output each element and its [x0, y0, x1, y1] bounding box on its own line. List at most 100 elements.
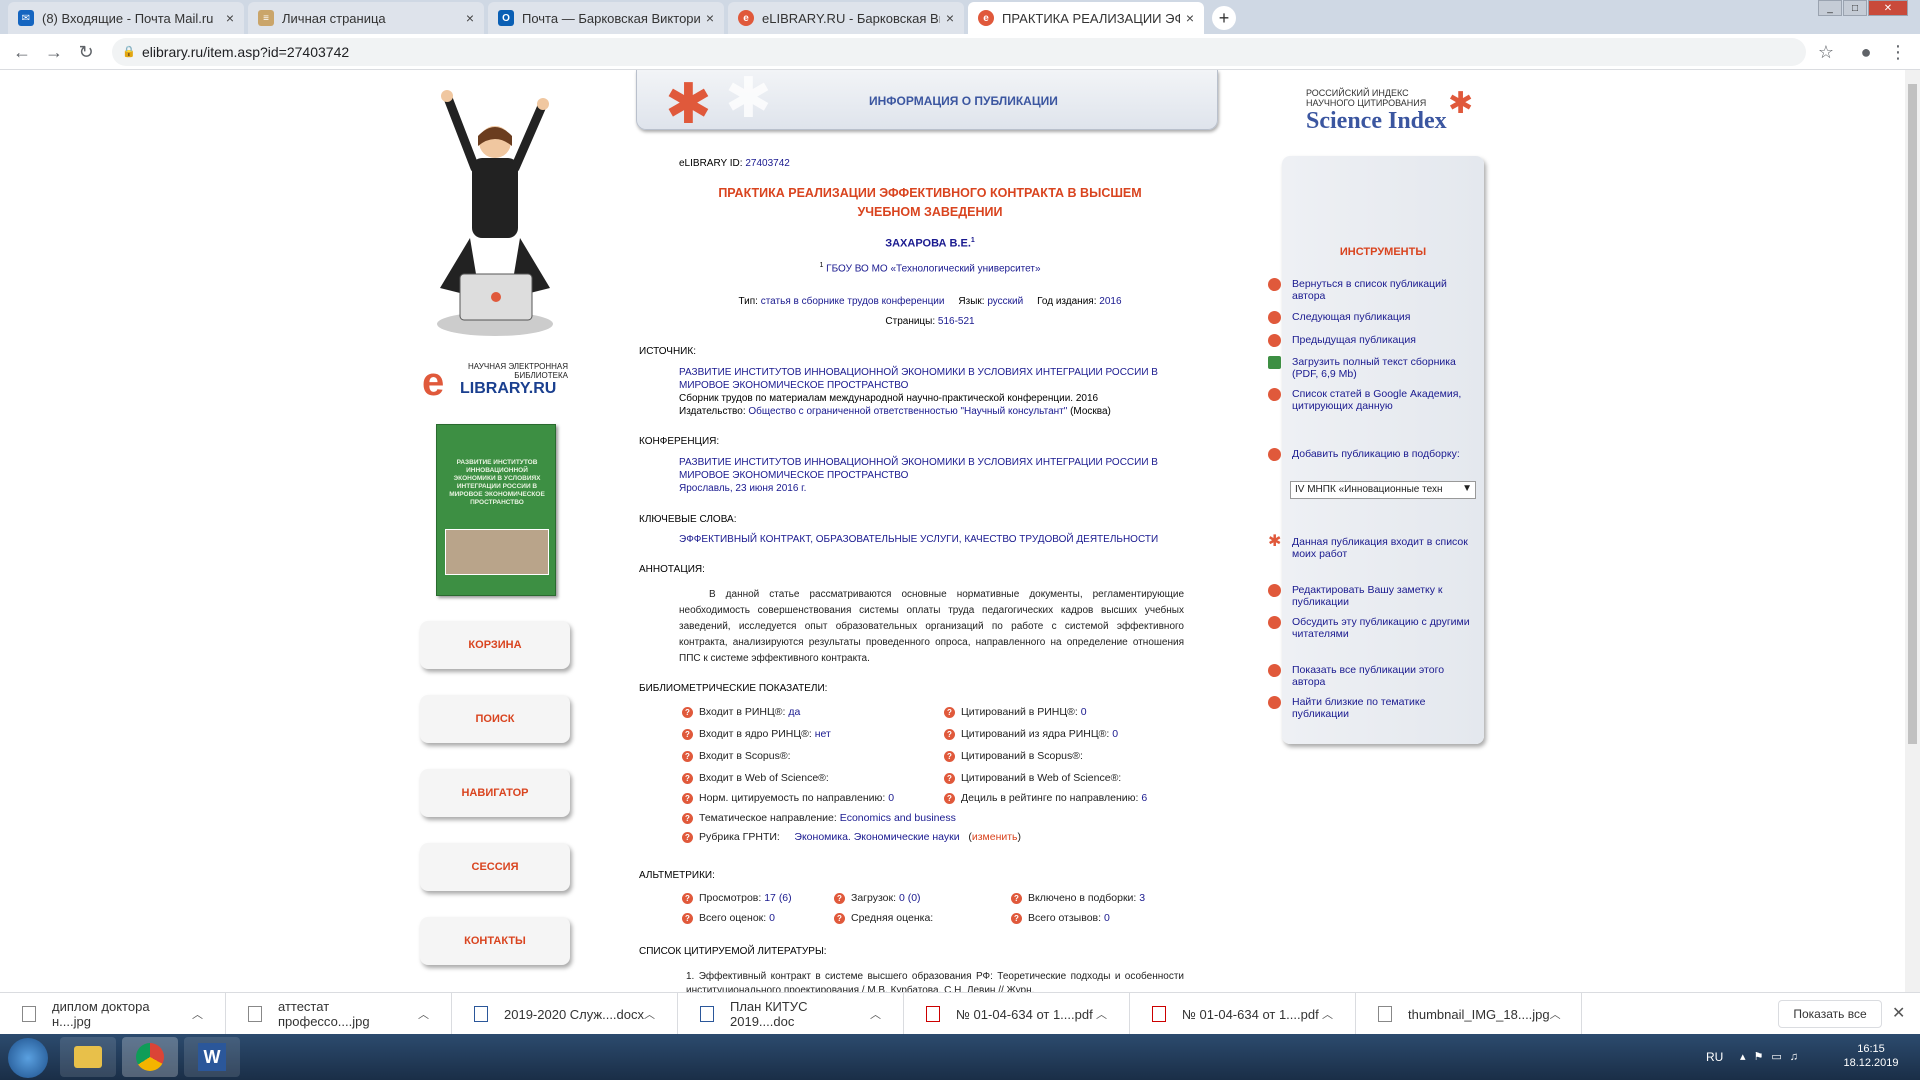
author-line: ЗАХАРОВА В.Е.1	[885, 237, 975, 250]
tool-next-publication[interactable]: Следующая публикация	[1268, 311, 1472, 324]
help-icon[interactable]: ?	[1011, 892, 1022, 904]
help-icon[interactable]: ?	[1011, 912, 1022, 924]
grnti-link[interactable]: Экономика. Экономические науки	[794, 831, 959, 843]
download-item[interactable]: аттестат профессо....jpg ︿	[226, 993, 452, 1035]
help-icon[interactable]: ?	[682, 792, 693, 804]
tool-all-author-pubs[interactable]: Показать все публикации этого автора	[1268, 664, 1472, 688]
tool-similar[interactable]: Найти близкие по тематике публикации	[1268, 696, 1472, 720]
language-link[interactable]: русский	[987, 296, 1023, 307]
book-cover-image[interactable]: РАЗВИТИЕ ИНСТИТУТОВ ИННОВАЦИОННОЙ ЭКОНОМ…	[436, 424, 556, 596]
close-icon[interactable]: ×	[226, 10, 234, 26]
help-icon[interactable]: ?	[834, 892, 845, 904]
help-icon[interactable]: ?	[944, 728, 955, 740]
elibrary-logo[interactable]: e НАУЧНАЯ ЭЛЕКТРОННАЯ БИБЛИОТЕКА LIBRARY…	[422, 360, 572, 404]
chrome-icon[interactable]	[122, 1037, 178, 1077]
tool-discuss[interactable]: Обсудить эту публикацию с другими читате…	[1268, 616, 1472, 640]
reload-button[interactable]: ↻	[74, 40, 98, 64]
help-icon[interactable]: ?	[682, 831, 693, 843]
download-item[interactable]: План КИТУС 2019....doc ︿	[678, 993, 904, 1035]
help-icon[interactable]: ?	[682, 706, 693, 718]
help-icon[interactable]: ?	[682, 772, 693, 784]
menu-search-button[interactable]: ПОИСК	[420, 695, 570, 743]
affiliation-link[interactable]: ГБОУ ВО МО «Технологический университет»	[826, 263, 1040, 274]
chevron-up-icon[interactable]: ︿	[870, 1006, 881, 1022]
tab-active-publication[interactable]: e ПРАКТИКА РЕАЛИЗАЦИИ ЭФФЕ ×	[968, 2, 1204, 34]
tray-icons[interactable]: ▴⚑▭♫	[1740, 1050, 1806, 1063]
tool-add-to-collection[interactable]: Добавить публикацию в подборку:	[1268, 448, 1472, 461]
keywords-links[interactable]: ЭФФЕКТИВНЫЙ КОНТРАКТ, ОБРАЗОВАТЕЛЬНЫЕ УС…	[679, 534, 1158, 545]
help-icon[interactable]: ?	[682, 812, 693, 824]
help-icon[interactable]: ?	[944, 792, 955, 804]
close-icon[interactable]: ×	[1186, 10, 1194, 26]
word-icon[interactable]: W	[184, 1037, 240, 1077]
arrow-icon	[1268, 664, 1281, 677]
menu-contacts-button[interactable]: КОНТАКТЫ	[420, 917, 570, 965]
tool-back-to-author[interactable]: Вернуться в список публикаций автора	[1268, 278, 1472, 302]
help-icon[interactable]: ?	[944, 706, 955, 718]
language-indicator[interactable]: RU	[1706, 1050, 1723, 1064]
tool-prev-publication[interactable]: Предыдущая публикация	[1268, 334, 1472, 347]
show-all-downloads-button[interactable]: Показать все	[1778, 1000, 1882, 1028]
tab-mail[interactable]: ✉ (8) Входящие - Почта Mail.ru ×	[8, 2, 244, 34]
help-icon[interactable]: ?	[682, 728, 693, 740]
conference-title-link[interactable]: РАЗВИТИЕ ИНСТИТУТОВ ИННОВАЦИОННОЙ ЭКОНОМ…	[679, 456, 1179, 482]
year-link[interactable]: 2016	[1099, 296, 1121, 307]
chevron-up-icon[interactable]: ︿	[418, 1006, 429, 1022]
menu-session-button[interactable]: СЕССИЯ	[420, 843, 570, 891]
menu-icon[interactable]: ⋮	[1886, 40, 1910, 64]
type-link[interactable]: статья в сборнике трудов конференции	[761, 296, 945, 307]
profile-icon[interactable]: ●	[1854, 40, 1878, 64]
page-scrollbar[interactable]	[1905, 70, 1920, 992]
bookmark-star-icon[interactable]: ☆	[1814, 40, 1838, 64]
chevron-up-icon[interactable]: ︿	[644, 1006, 655, 1022]
menu-cart-button[interactable]: КОРЗИНА	[420, 621, 570, 669]
explorer-icon[interactable]	[60, 1037, 116, 1077]
close-icon[interactable]: ×	[946, 10, 954, 26]
download-item[interactable]: thumbnail_IMG_18....jpg ︿	[1356, 993, 1582, 1035]
mascot-image	[437, 90, 553, 336]
publisher-link[interactable]: Общество с ограниченной ответственностью…	[748, 406, 1067, 417]
maximize-button[interactable]: □	[1843, 0, 1867, 16]
collection-select[interactable]: IV МНПК «Инновационные техн ▼	[1290, 481, 1476, 499]
help-icon[interactable]: ?	[834, 912, 845, 924]
address-bar[interactable]: elibrary.ru/item.asp?id=27403742	[112, 38, 1806, 66]
grnti-change-link[interactable]: изменить	[972, 831, 1018, 843]
tab-elibrary[interactable]: e eLIBRARY.RU - Барковская Викт ×	[728, 2, 964, 34]
help-icon[interactable]: ?	[682, 892, 693, 904]
back-button[interactable]: ←	[10, 40, 34, 64]
chevron-up-icon[interactable]: ︿	[1322, 1006, 1333, 1022]
clock[interactable]: 16:15 18.12.2019	[1836, 1042, 1906, 1070]
forward-button[interactable]: →	[42, 40, 66, 64]
source-title-link[interactable]: РАЗВИТИЕ ИНСТИТУТОВ ИННОВАЦИОННОЙ ЭКОНОМ…	[679, 366, 1179, 392]
tool-my-works[interactable]: ✱ Данная публикация входит в список моих …	[1268, 534, 1472, 561]
help-icon[interactable]: ?	[944, 772, 955, 784]
close-window-button[interactable]: ✕	[1868, 0, 1908, 16]
download-item[interactable]: № 01-04-634 от 1....pdf ︿	[1130, 993, 1356, 1035]
help-icon[interactable]: ?	[682, 750, 693, 762]
chevron-up-icon[interactable]: ︿	[192, 1006, 203, 1022]
close-icon[interactable]: ×	[706, 10, 714, 26]
topic-link[interactable]: Economics and business	[840, 812, 956, 824]
start-button[interactable]	[8, 1038, 48, 1078]
chevron-up-icon[interactable]: ︿	[1096, 1006, 1107, 1022]
download-item[interactable]: № 01-04-634 от 1....pdf ︿	[904, 993, 1130, 1035]
close-icon[interactable]: ×	[466, 10, 474, 26]
chevron-up-icon[interactable]: ︿	[1550, 1006, 1561, 1022]
science-index-logo[interactable]: РОССИЙСКИЙ ИНДЕКС НАУЧНОГО ЦИТИРОВАНИЯ S…	[1306, 87, 1486, 134]
scrollbar-thumb[interactable]	[1908, 84, 1917, 744]
tab-outlook[interactable]: O Почта — Барковская Виктория ×	[488, 2, 724, 34]
tab-personal[interactable]: ≡ Личная страница ×	[248, 2, 484, 34]
help-icon[interactable]: ?	[682, 912, 693, 924]
menu-navigator-button[interactable]: НАВИГАТОР	[420, 769, 570, 817]
tool-google-scholar[interactable]: Список статей в Google Академия, цитирую…	[1268, 388, 1472, 412]
new-tab-button[interactable]: +	[1212, 6, 1236, 30]
help-icon[interactable]: ?	[944, 750, 955, 762]
author-link[interactable]: ЗАХАРОВА В.Е.	[885, 238, 971, 250]
download-item[interactable]: диплом доктора н....jpg ︿	[0, 993, 226, 1035]
tool-download-pdf[interactable]: Загрузить полный текст сборника (PDF, 6,…	[1268, 356, 1472, 380]
close-icon[interactable]: ✕	[1892, 1003, 1905, 1023]
elibrary-id: eLIBRARY ID: 27403742	[679, 158, 790, 169]
download-item[interactable]: 2019-2020 Служ....docx ︿	[452, 993, 678, 1035]
minimize-button[interactable]: _	[1818, 0, 1842, 16]
tool-edit-note[interactable]: Редактировать Вашу заметку к публикации	[1268, 584, 1472, 608]
